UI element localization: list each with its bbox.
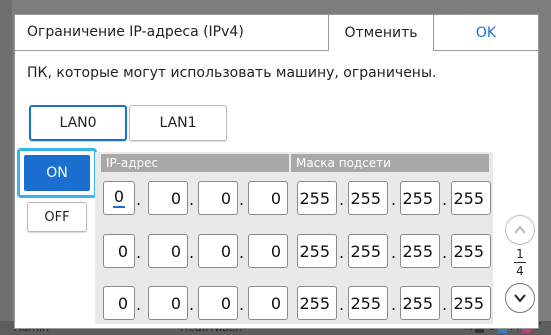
octet-separator: . <box>135 295 142 314</box>
octet-separator: . <box>135 243 142 262</box>
octet-separator: . <box>238 190 245 209</box>
on-off-toggle: ON OFF <box>17 148 97 234</box>
octet-separator: . <box>441 243 448 262</box>
ip-octet-field[interactable]: 0 <box>248 234 288 268</box>
mask-octet-field[interactable]: 255 <box>297 234 337 268</box>
mask-octet-field[interactable]: 255 <box>400 286 440 320</box>
octet-separator: . <box>338 295 345 314</box>
octet-separator: . <box>338 190 345 209</box>
ip-restriction-dialog: Ограничение IP-адреса (IPv4) Отменить OK… <box>14 14 539 329</box>
page-fraction-bar <box>514 262 526 263</box>
ip-octet-value: 0 <box>112 187 126 208</box>
octet-separator: . <box>390 295 397 314</box>
ip-address-header: IP-адрес <box>101 154 289 172</box>
ip-octet-field[interactable]: 0 <box>148 286 188 320</box>
octet-separator: . <box>390 190 397 209</box>
mask-octet-field[interactable]: 255 <box>400 181 440 215</box>
ip-octet-field[interactable]: 0 <box>148 181 188 215</box>
octet-separator: . <box>135 190 142 209</box>
ip-octet-field[interactable]: 0 <box>103 181 135 215</box>
tab-lan0[interactable]: LAN0 <box>29 105 127 141</box>
ip-octet-field[interactable]: 0 <box>103 286 135 320</box>
table-row: 0 . 0 . 0 . 0 255 . 255 . 255 . 255 <box>95 286 493 320</box>
octet-separator: . <box>238 243 245 262</box>
octet-separator: . <box>390 243 397 262</box>
mask-octet-field[interactable]: 255 <box>297 181 337 215</box>
octet-separator: . <box>338 243 345 262</box>
octet-separator: . <box>441 190 448 209</box>
dialog-message: ПК, которые могут использовать машину, о… <box>27 65 437 81</box>
scroll-up-button[interactable] <box>505 215 535 245</box>
dialog-title: Ограничение IP-адреса (IPv4) <box>27 24 244 40</box>
ip-octet-field[interactable]: 0 <box>248 286 288 320</box>
chevron-down-icon <box>514 294 526 303</box>
mask-octet-field[interactable]: 255 <box>348 286 388 320</box>
subnet-mask-header: Маска подсети <box>291 154 489 172</box>
mask-octet-field[interactable]: 255 <box>451 181 491 215</box>
ip-octet-field[interactable]: 0 <box>103 234 135 268</box>
page-current: 1 <box>516 247 524 261</box>
ip-octet-field[interactable]: 0 <box>198 181 238 215</box>
page-total: 4 <box>516 264 524 278</box>
octet-separator: . <box>238 295 245 314</box>
mask-octet-field[interactable]: 255 <box>348 234 388 268</box>
octet-separator: . <box>188 190 195 209</box>
ip-octet-field[interactable]: 0 <box>198 234 238 268</box>
octet-separator: . <box>188 295 195 314</box>
ip-octet-field[interactable]: 0 <box>198 286 238 320</box>
address-table: IP-адрес Маска подсети 0 . 0 . 0 . 0 255… <box>95 152 493 324</box>
background-left-strip <box>0 0 12 335</box>
table-row: 0 . 0 . 0 . 0 255 . 255 . 255 . 255 <box>95 234 493 268</box>
mask-octet-field[interactable]: 255 <box>297 286 337 320</box>
ip-octet-field[interactable]: 0 <box>148 234 188 268</box>
scroll-down-button[interactable] <box>505 283 535 313</box>
on-button-focus-ring: ON <box>17 148 97 198</box>
table-row: 0 . 0 . 0 . 0 255 . 255 . 255 . 255 <box>95 181 493 215</box>
dialog-titlebar: Ограничение IP-адреса (IPv4) Отменить OK <box>15 15 538 51</box>
mask-octet-field[interactable]: 255 <box>348 181 388 215</box>
octet-separator: . <box>441 295 448 314</box>
off-button[interactable]: OFF <box>27 202 87 232</box>
mask-octet-field[interactable]: 255 <box>451 286 491 320</box>
cancel-button[interactable]: Отменить <box>328 15 434 51</box>
mask-octet-field[interactable]: 255 <box>451 234 491 268</box>
chevron-up-icon <box>514 225 526 234</box>
tab-lan1[interactable]: LAN1 <box>129 105 227 141</box>
octet-separator: . <box>188 243 195 262</box>
mask-octet-field[interactable]: 255 <box>400 234 440 268</box>
on-button[interactable]: ON <box>24 155 90 191</box>
ok-button[interactable]: OK <box>434 15 538 51</box>
ip-octet-field[interactable]: 0 <box>248 181 288 215</box>
page-indicator: 1 4 <box>507 247 533 278</box>
